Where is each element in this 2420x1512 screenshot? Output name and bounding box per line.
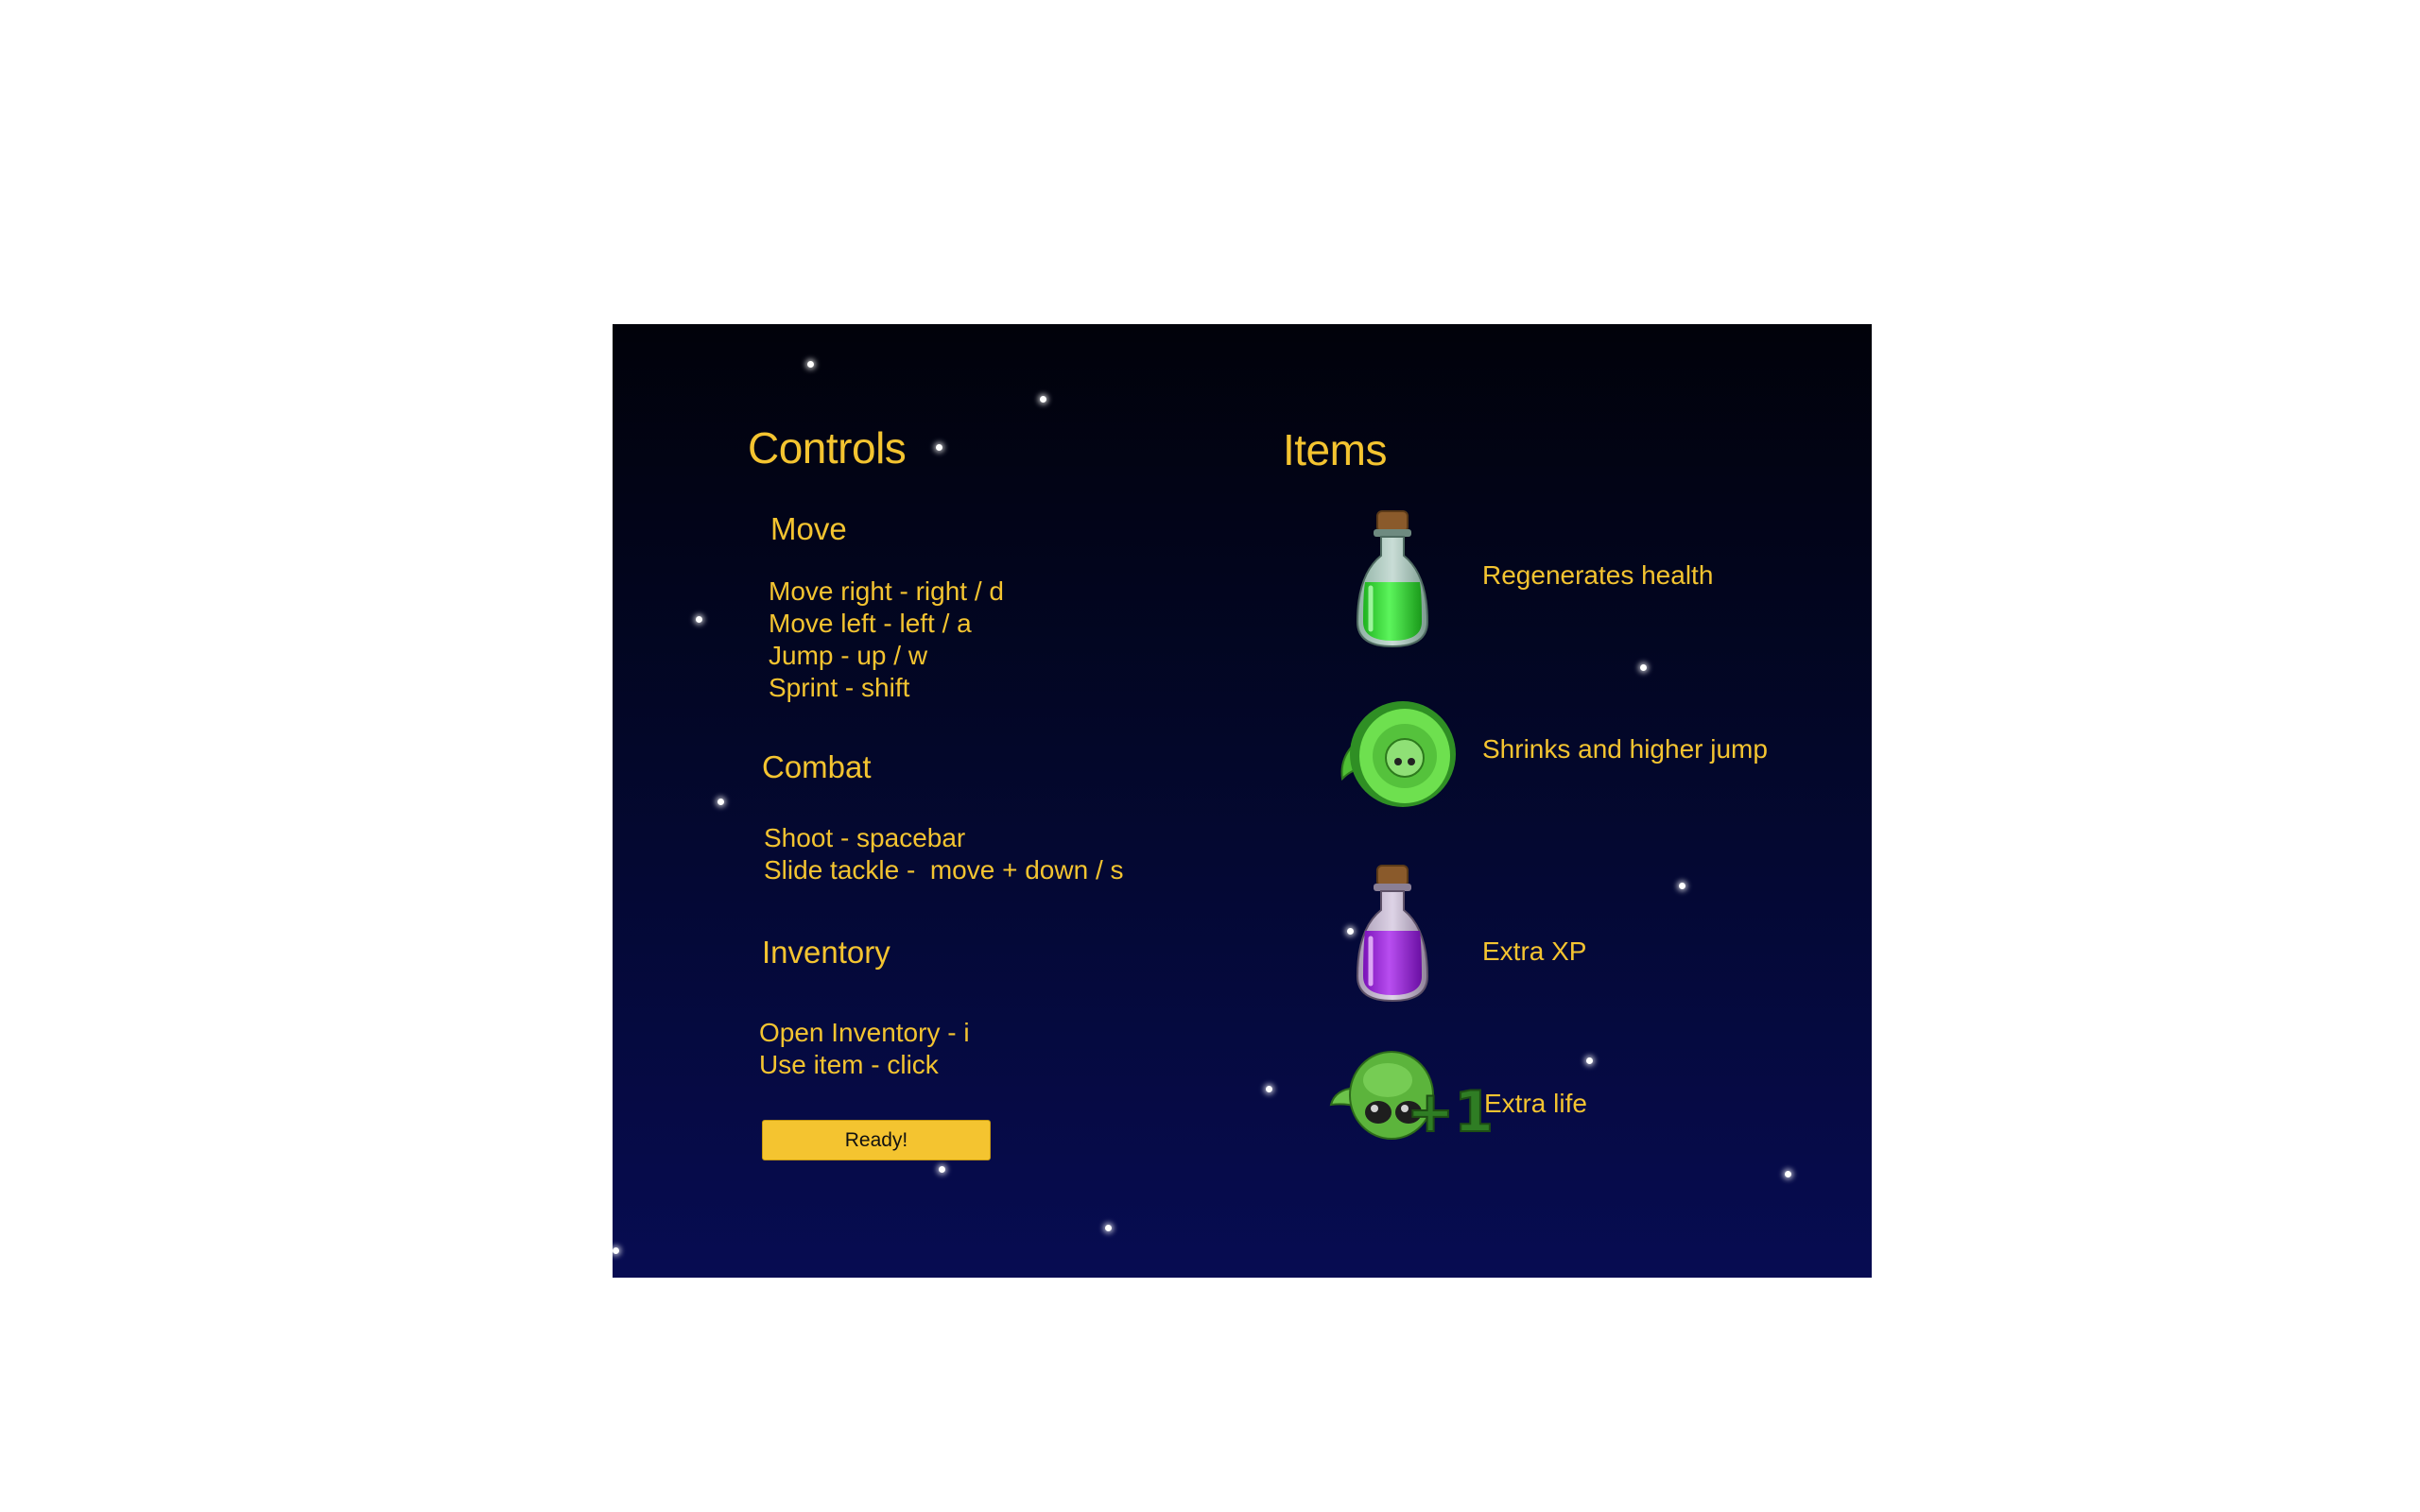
ready-button[interactable]: Ready! <box>762 1120 991 1160</box>
star <box>807 361 814 368</box>
items-title: Items <box>1283 425 1387 474</box>
green-potion-icon <box>1350 508 1435 650</box>
star <box>1785 1171 1791 1177</box>
control-line: Jump - up / w <box>769 641 928 670</box>
star <box>939 1166 945 1173</box>
control-line: Move right - right / d <box>769 576 1004 606</box>
star <box>613 1247 619 1254</box>
control-line: Slide tackle - move + down / s <box>764 855 1124 885</box>
control-line: Use item - click <box>759 1050 939 1079</box>
controls-title: Controls <box>748 423 907 472</box>
star <box>1679 883 1685 889</box>
control-line: Open Inventory - i <box>759 1018 970 1047</box>
item-label: Regenerates health <box>1482 560 1714 590</box>
alien-head-plus-one-icon: +1 <box>1329 1042 1495 1156</box>
star <box>936 444 942 451</box>
star <box>1105 1225 1112 1231</box>
move-heading: Move <box>770 511 847 546</box>
star <box>1266 1086 1272 1092</box>
inventory-controls-list: Open Inventory - i Use item - click <box>759 1017 970 1081</box>
shrink-alien-icon <box>1331 696 1463 811</box>
item-label: Shrinks and higher jump <box>1482 734 1768 764</box>
instructions-screen: Controls Move Move right - right / d Mov… <box>613 324 1872 1278</box>
star <box>717 799 724 805</box>
star <box>1586 1057 1593 1064</box>
combat-controls-list: Shoot - spacebar Slide tackle - move + d… <box>764 822 1124 886</box>
control-line: Shoot - spacebar <box>764 823 966 852</box>
star <box>696 616 702 623</box>
item-label: Extra life <box>1484 1089 1587 1118</box>
star <box>1040 396 1046 403</box>
plus-one-badge: +1 <box>1406 1079 1495 1145</box>
star <box>1640 664 1647 671</box>
control-line: Move left - left / a <box>769 609 972 638</box>
control-line: Sprint - shift <box>769 673 910 702</box>
combat-heading: Combat <box>762 749 872 784</box>
purple-potion-icon <box>1350 863 1435 1005</box>
move-controls-list: Move right - right / d Move left - left … <box>769 576 1004 704</box>
inventory-heading: Inventory <box>762 935 890 970</box>
item-label: Extra XP <box>1482 936 1587 966</box>
